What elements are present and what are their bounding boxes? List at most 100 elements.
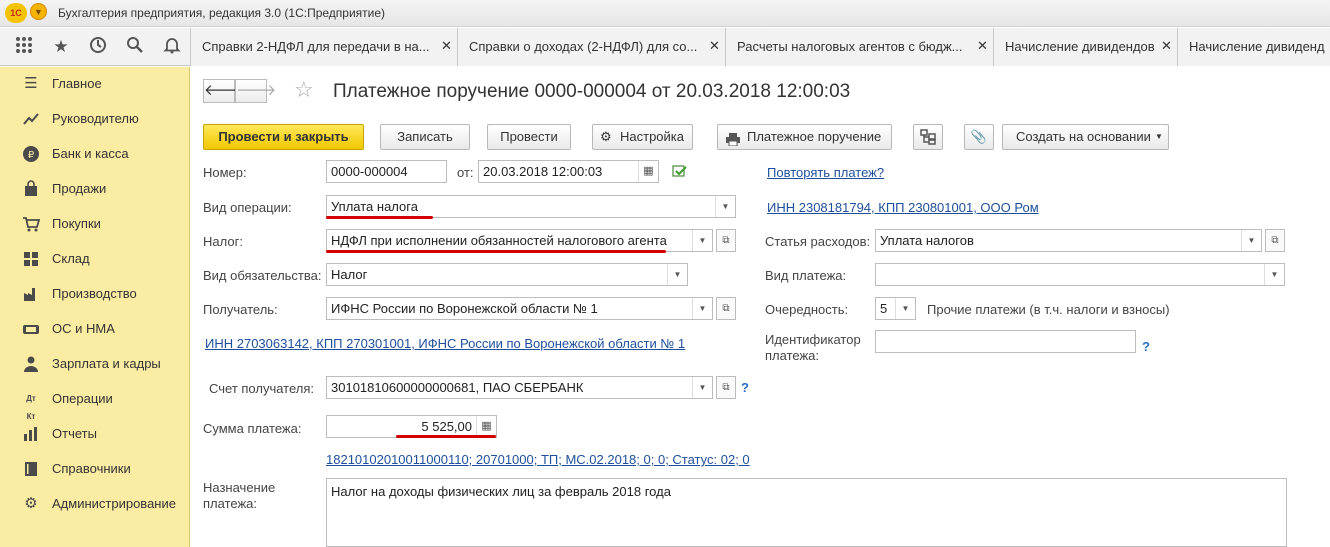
- favorites-star-icon[interactable]: ★: [49, 36, 73, 58]
- close-icon[interactable]: ✕: [977, 38, 988, 54]
- bar-chart-icon: [22, 425, 40, 443]
- tax-select[interactable]: НДФЛ при исполнении обязанностей налогов…: [326, 229, 713, 252]
- open-form-icon[interactable]: ⧉: [716, 297, 736, 320]
- back-arrow-icon[interactable]: 🡐: [203, 79, 244, 103]
- recipient-account-select[interactable]: 30101810600000000681, ПАО СБЕРБАНК ▼: [326, 376, 713, 399]
- recipient-select[interactable]: ИФНС России по Воронежской области № 1 ▼: [326, 297, 713, 320]
- close-icon[interactable]: ✕: [709, 38, 720, 54]
- chevron-down-icon[interactable]: ▼: [1264, 264, 1284, 285]
- organization-link[interactable]: ИНН 2308181794, КПП 230801001, ООО Ром: [767, 200, 1039, 215]
- sidebar-item-label: Отчеты: [52, 426, 97, 441]
- sidebar-item-label: Склад: [52, 251, 90, 266]
- sidebar-item-sales[interactable]: Продажи: [0, 172, 190, 207]
- forward-arrow-icon[interactable]: 🡒: [235, 79, 276, 103]
- sidebar-item-label: Главное: [52, 76, 102, 91]
- search-icon[interactable]: [123, 36, 147, 58]
- apps-grid-icon[interactable]: [12, 36, 36, 58]
- priority-select[interactable]: 5 ▼: [875, 297, 916, 320]
- tab-tax-agents-calc[interactable]: Расчеты налоговых агентов с бюдж... ✕: [725, 28, 993, 66]
- history-icon[interactable]: [86, 36, 110, 58]
- open-form-icon[interactable]: ⧉: [716, 229, 736, 252]
- sidebar-item-label: Администрирование: [52, 496, 176, 511]
- priority-label: Очередность:: [765, 302, 849, 317]
- repeat-payment-link[interactable]: Повторять платеж?: [767, 165, 884, 180]
- number-field[interactable]: 0000-000004: [326, 160, 447, 183]
- settings-button[interactable]: ⚙ Настройка: [592, 124, 693, 150]
- sidebar-item-production[interactable]: Производство: [0, 277, 190, 312]
- structure-icon[interactable]: [913, 124, 943, 150]
- sidebar-item-label: Производство: [52, 286, 137, 301]
- sidebar-item-manager[interactable]: Руководителю: [0, 102, 190, 137]
- settings-gear-icon: ⚙: [24, 495, 38, 512]
- tab-income-certificates[interactable]: Справки о доходах (2-НДФЛ) для со... ✕: [457, 28, 725, 66]
- sidebar-item-salary[interactable]: Зарплата и кадры: [0, 347, 190, 382]
- expense-item-select[interactable]: Уплата налогов ▼: [875, 229, 1262, 252]
- tab-dividends[interactable]: Начисление дивидендов ✕: [993, 28, 1177, 66]
- sidebar-item-directories[interactable]: Справочники: [0, 452, 190, 487]
- sidebar-item-bank[interactable]: ₽ Банк и касса: [0, 137, 190, 172]
- chevron-down-icon[interactable]: ▼: [692, 230, 712, 251]
- open-form-icon[interactable]: ⧉: [1265, 229, 1285, 252]
- date-field[interactable]: 20.03.2018 12:00:03 ▦: [478, 160, 659, 183]
- obligation-type-select[interactable]: Налог ▼: [326, 263, 688, 286]
- sidebar-item-label: Продажи: [52, 181, 107, 196]
- open-form-icon[interactable]: ⧉: [716, 376, 736, 399]
- page-title: Платежное поручение 0000-000004 от 20.03…: [333, 81, 851, 102]
- close-icon[interactable]: ✕: [1161, 38, 1172, 54]
- help-icon[interactable]: ?: [741, 380, 749, 395]
- chevron-down-icon[interactable]: ▼: [895, 298, 915, 319]
- attachment-clip-icon[interactable]: 📎: [964, 124, 994, 150]
- payment-type-select[interactable]: ▼: [875, 263, 1285, 286]
- recipient-label: Получатель:: [203, 302, 278, 317]
- help-icon[interactable]: ?: [1142, 339, 1150, 354]
- tab-strip: ★ Справки 2-НДФЛ для передачи в на... ✕ …: [0, 28, 1330, 66]
- payment-purpose-textarea[interactable]: Налог на доходы физических лиц за феврал…: [326, 478, 1287, 547]
- main-menu-icon[interactable]: ▼: [30, 3, 47, 20]
- budget-details-link[interactable]: 18210102010011000110; 20701000; ТП; МС.0…: [326, 452, 750, 467]
- book-icon: [22, 460, 40, 478]
- sidebar-item-label: Операции: [52, 391, 113, 406]
- chevron-down-icon[interactable]: ▼: [692, 298, 712, 319]
- sidebar-item-purchases[interactable]: Покупки: [0, 207, 190, 242]
- tab-label: Справки 2-НДФЛ для передачи в на...: [202, 39, 430, 54]
- svg-text:₽: ₽: [28, 150, 35, 161]
- chevron-down-icon[interactable]: ▼: [667, 264, 687, 285]
- recipient-details-link[interactable]: ИНН 2703063142, КПП 270301001, ИФНС Росс…: [205, 336, 685, 351]
- calculator-icon[interactable]: ▦: [476, 416, 496, 437]
- create-based-on-button[interactable]: Создать на основании ▼: [1002, 124, 1169, 150]
- sidebar-item-label: ОС и НМА: [52, 321, 115, 336]
- calendar-icon[interactable]: ▦: [638, 161, 658, 182]
- sidebar-item-assets[interactable]: ОС и НМА: [0, 312, 190, 347]
- printer-icon: [726, 130, 740, 154]
- print-payment-order-button[interactable]: Платежное поручение: [717, 124, 892, 150]
- operation-type-select[interactable]: Уплата налога ▼: [326, 195, 736, 218]
- notifications-bell-icon[interactable]: [160, 36, 184, 58]
- favorite-star-icon[interactable]: ☆: [294, 77, 314, 103]
- close-icon[interactable]: ✕: [441, 38, 452, 54]
- sidebar-item-main[interactable]: ☰ Главное: [0, 67, 190, 102]
- post-and-close-button[interactable]: Провести и закрыть: [203, 124, 364, 150]
- trend-chart-icon: [22, 110, 40, 128]
- sidebar-item-warehouse[interactable]: Склад: [0, 242, 190, 277]
- tab-label: Справки о доходах (2-НДФЛ) для со...: [469, 39, 698, 54]
- post-button[interactable]: Провести: [487, 124, 571, 150]
- operation-type-label: Вид операции:: [203, 200, 292, 215]
- payment-identifier-input[interactable]: [875, 330, 1136, 353]
- debit-credit-icon: Дт Кт: [26, 394, 36, 421]
- chevron-down-icon[interactable]: ▼: [715, 196, 735, 217]
- chevron-down-icon[interactable]: ▼: [692, 377, 712, 398]
- warehouse-icon: [22, 250, 40, 268]
- chevron-down-icon[interactable]: ▼: [1241, 230, 1261, 251]
- purpose-label-line2: платежа:: [203, 496, 257, 511]
- tab-2ndfl-transfer[interactable]: Справки 2-НДФЛ для передачи в на... ✕: [190, 28, 457, 66]
- sidebar-item-operations[interactable]: Дт Кт Операции: [0, 382, 190, 421]
- sidebar-item-label: Банк и касса: [52, 146, 129, 161]
- identifier-label-line2: платежа:: [765, 348, 819, 363]
- app-window: 1С ▼ Бухгалтерия предприятия, редакция 3…: [0, 0, 1330, 547]
- tab-dividends-2[interactable]: Начисление дивиденд: [1177, 28, 1330, 66]
- payment-type-label: Вид платежа:: [765, 268, 847, 283]
- sidebar-item-admin[interactable]: ⚙ Администрирование: [0, 487, 190, 522]
- sidebar-item-label: Покупки: [52, 216, 101, 231]
- write-button[interactable]: Записать: [380, 124, 470, 150]
- sidebar-item-reports[interactable]: Отчеты: [0, 417, 190, 452]
